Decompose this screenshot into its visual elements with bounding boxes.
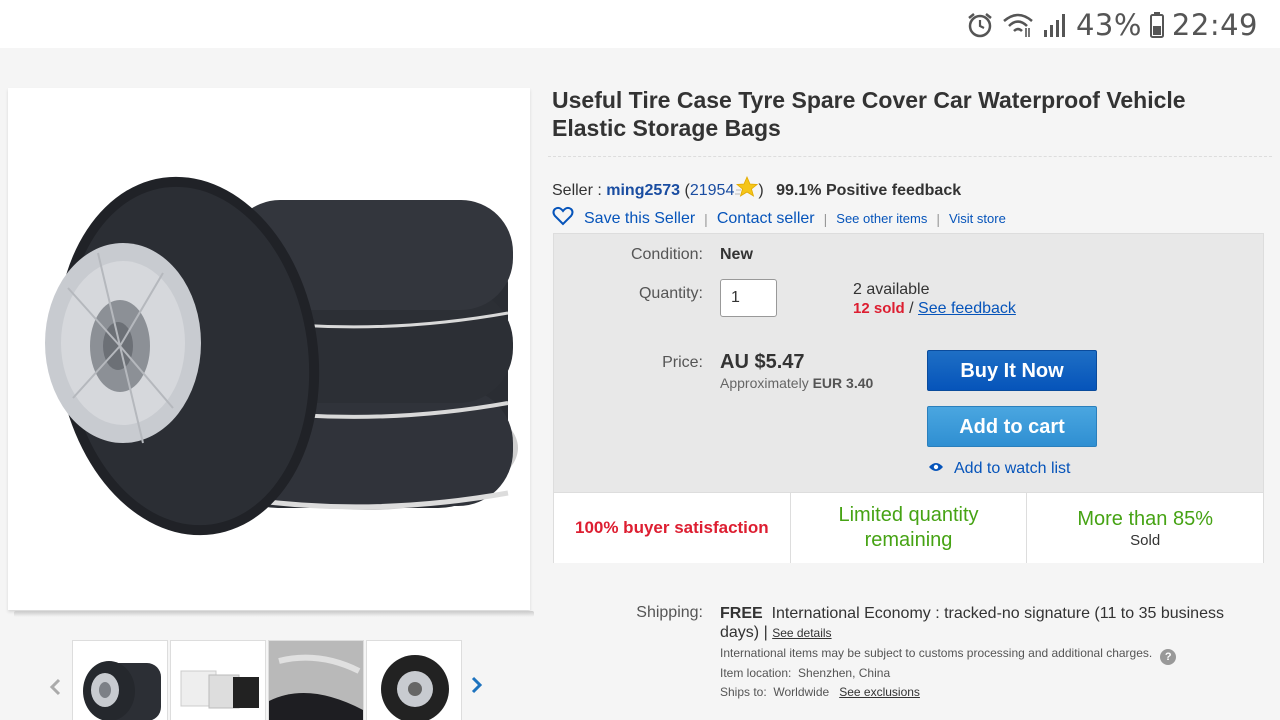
seller-name-link[interactable]: ming2573: [606, 182, 680, 199]
limited-quantity-badge: Limited quantity remaining: [791, 493, 1028, 563]
seller-prefix: Seller :: [552, 182, 607, 199]
customs-note-row: International items may be subject to cu…: [720, 646, 1177, 665]
add-to-cart-button[interactable]: Add to cart: [927, 406, 1097, 447]
customs-note: International items may be subject to cu…: [720, 646, 1153, 660]
seller-info: Seller : ming2573 (21954) 99.1% Positive…: [552, 175, 962, 203]
sold-count: 12 sold: [853, 300, 905, 317]
sold-text: Sold: [1130, 532, 1161, 549]
condition-label: Condition:: [630, 246, 703, 263]
buy-it-now-button[interactable]: Buy It Now: [927, 350, 1097, 391]
limited-line-2: remaining: [864, 529, 953, 551]
add-to-watch-list[interactable]: Add to watch list: [928, 460, 1071, 478]
thumbnail-next-icon[interactable]: [470, 676, 490, 696]
quantity-input[interactable]: [720, 279, 777, 317]
shipping-label: Shipping:: [636, 604, 703, 621]
separator: |: [823, 210, 828, 227]
save-seller-link[interactable]: Save this Seller: [584, 210, 695, 228]
approx-value: EUR 3.40: [812, 375, 874, 391]
battery-icon: [1149, 12, 1164, 38]
more-than-text: More than 85%: [1077, 508, 1213, 530]
positive-feedback: 99.1% Positive feedback: [776, 182, 962, 199]
price-label: Price:: [662, 354, 703, 371]
image-shadow: [14, 611, 534, 617]
free-shipping: FREE: [720, 605, 763, 622]
visit-store-link[interactable]: Visit store: [949, 211, 1006, 226]
location-value: Shenzhen, China: [798, 666, 891, 680]
limited-line-1: Limited quantity: [838, 504, 979, 526]
eye-icon: [928, 460, 944, 478]
contact-seller-link[interactable]: Contact seller: [717, 210, 815, 228]
satisfaction-text: 100% buyer satisfaction: [574, 518, 769, 537]
star-icon: [734, 175, 759, 203]
location-label: Item location:: [720, 666, 792, 680]
approx-prefix: Approximately: [720, 375, 809, 391]
alarm-icon: [966, 11, 994, 39]
see-feedback-link[interactable]: See feedback: [918, 300, 1016, 317]
condition-value: New: [720, 246, 753, 263]
wifi-icon: [1002, 12, 1034, 38]
seller-actions: Save this Seller | Contact seller | See …: [552, 206, 1006, 231]
separator: |: [936, 210, 940, 227]
separator: |: [704, 210, 708, 227]
see-other-items-link[interactable]: See other items: [836, 211, 927, 226]
see-exclusions-link[interactable]: See exclusions: [839, 685, 920, 699]
ships-to-row: Ships to: Worldwide See exclusions: [720, 685, 920, 699]
thumbnail-3[interactable]: [268, 640, 364, 720]
status-bar: 43% 22:49: [0, 0, 1280, 48]
ships-to-value: Worldwide: [773, 685, 830, 699]
shipping-details: FREE International Economy : tracked-no …: [720, 604, 1260, 643]
slash: /: [909, 300, 914, 317]
signal-icon: [1042, 12, 1068, 38]
sold-feedback-row: 12 sold / See feedback: [853, 300, 1016, 318]
price-value: AU $5.47: [720, 351, 805, 373]
thumbnail-2[interactable]: [170, 640, 266, 720]
sold-percent-badge: More than 85% Sold: [1027, 493, 1263, 563]
heart-icon[interactable]: [552, 206, 574, 231]
available-count: 2 available: [853, 281, 930, 298]
thumbnail-prev-icon[interactable]: [48, 676, 68, 696]
satisfaction-badge: 100% buyer satisfaction: [554, 493, 791, 563]
battery-percent: 43%: [1075, 8, 1142, 42]
add-to-watch-list-label: Add to watch list: [954, 460, 1071, 477]
thumbnail-1[interactable]: [72, 640, 168, 720]
ships-to-label: Ships to:: [720, 685, 767, 699]
clock: 22:49: [1171, 8, 1258, 42]
feedback-count-wrapper: (21954): [685, 175, 764, 199]
item-location-row: Item location: Shenzhen, China: [720, 666, 890, 680]
see-details-link[interactable]: See details: [772, 626, 831, 640]
product-title: Useful Tire Case Tyre Spare Cover Car Wa…: [552, 87, 1186, 141]
quantity-label: Quantity:: [638, 285, 703, 302]
main-product-image[interactable]: [8, 88, 530, 610]
feedback-count-link[interactable]: 21954: [690, 182, 735, 199]
badges-row: 100% buyer satisfaction Limited quantity…: [554, 492, 1263, 563]
help-icon[interactable]: ?: [1160, 649, 1177, 665]
thumbnail-4[interactable]: [366, 640, 462, 720]
divider: [548, 156, 1272, 157]
approx-price: Approximately EUR 3.40: [720, 375, 873, 391]
